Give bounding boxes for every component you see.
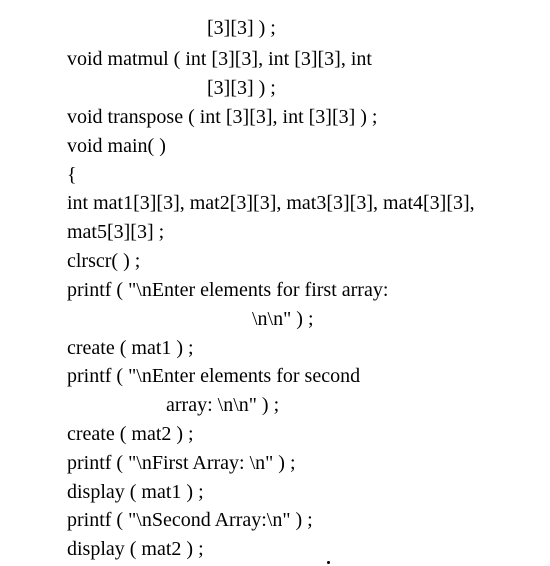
code-line: printf ( "\nEnter elements for second <box>67 365 361 387</box>
code-line: void matmul ( int [3][3], int [3][3], in… <box>67 48 372 70</box>
code-line: printf ( "\nSecond Array:\n" ) ; <box>67 509 313 531</box>
code-line: mat5[3][3] ; <box>67 221 165 243</box>
code-line: display ( mat2 ) ; <box>67 538 204 560</box>
code-line: void transpose ( int [3][3], int [3][3] … <box>67 106 378 128</box>
code-line: create ( mat1 ) ; <box>67 337 194 359</box>
code-line: [3][3] ) ; <box>207 77 276 99</box>
code-line: create ( mat2 ) ; <box>67 423 194 445</box>
code-line: display ( mat1 ) ; <box>67 481 204 503</box>
code-line: printf ( "\nFirst Array: \n" ) ; <box>67 452 296 474</box>
code-line: \n\n" ) ; <box>252 308 314 330</box>
code-line: void main( ) <box>67 135 166 157</box>
code-line: array: \n\n" ) ; <box>166 394 280 416</box>
code-line: printf ( "\nEnter elements for first arr… <box>67 279 389 301</box>
code-line: [3][3] ) ; <box>207 17 276 39</box>
stray-dot <box>327 561 330 564</box>
code-line: int mat1[3][3], mat2[3][3], mat3[3][3], … <box>67 192 475 214</box>
code-line: { <box>67 164 77 186</box>
code-listing: [3][3] ) ; void matmul ( int [3][3], int… <box>0 0 550 566</box>
code-line: clrscr( ) ; <box>67 250 141 272</box>
